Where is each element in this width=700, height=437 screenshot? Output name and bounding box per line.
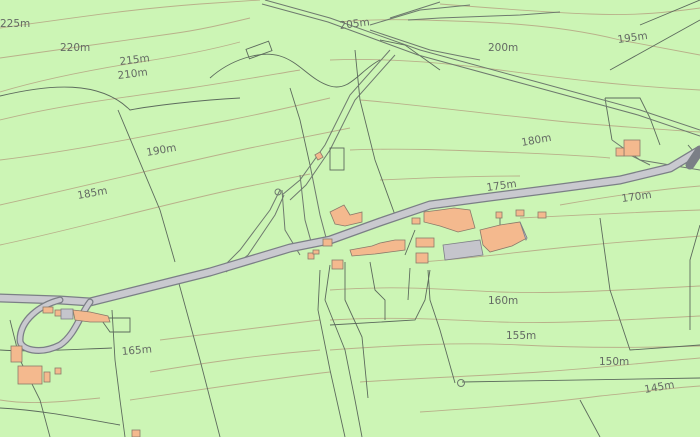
contour-label-225m: 225m bbox=[0, 18, 30, 30]
contour-label-170m: 170m bbox=[621, 189, 653, 205]
contour-label-200m: 200m bbox=[488, 42, 518, 54]
contour-label-220m: 220m bbox=[60, 42, 90, 54]
contour-label-185m: 185m bbox=[76, 185, 108, 202]
contour-label-210m: 210m bbox=[117, 66, 149, 82]
contour-label-180m: 180m bbox=[520, 132, 552, 149]
map-canvas[interactable]: 225m 220m 215m 210m 205m 200m 195m 190m … bbox=[0, 0, 700, 437]
contour-label-155m: 155m bbox=[506, 330, 536, 342]
contour-labels: 225m 220m 215m 210m 205m 200m 195m 190m … bbox=[0, 16, 675, 396]
contour-label-205m: 205m bbox=[339, 16, 371, 32]
contour-label-165m: 165m bbox=[121, 343, 152, 358]
contour-label-150m: 150m bbox=[599, 356, 629, 368]
contour-label-160m: 160m bbox=[488, 295, 518, 307]
contour-label-190m: 190m bbox=[145, 142, 177, 159]
contour-lines bbox=[0, 0, 700, 413]
map-layer: 225m 220m 215m 210m 205m 200m 195m 190m … bbox=[0, 0, 700, 437]
contour-label-195m: 195m bbox=[617, 30, 649, 46]
contour-label-145m: 145m bbox=[643, 379, 675, 396]
